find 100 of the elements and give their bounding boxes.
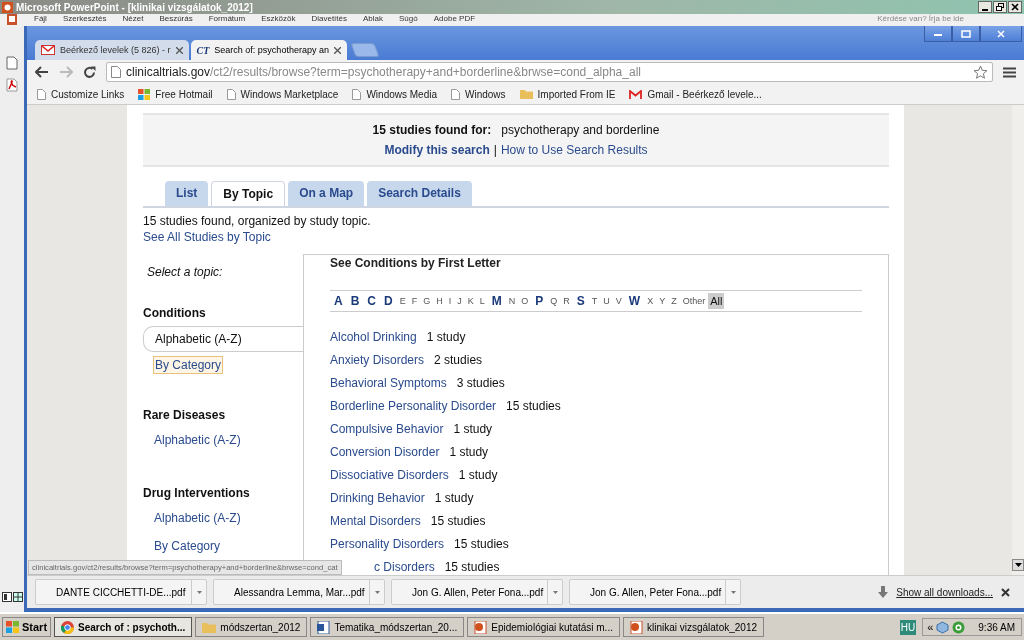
circle-icon[interactable] xyxy=(952,620,966,634)
menu-item[interactable]: Diavetítés xyxy=(311,14,347,24)
condition-link[interactable]: Anxiety Disorders xyxy=(330,353,425,368)
letter-link[interactable]: K xyxy=(464,296,477,306)
letter-link[interactable]: Z xyxy=(668,296,680,306)
condition-link[interactable]: Drinking Behavior xyxy=(330,491,425,506)
condition-link[interactable]: Borderline Personality Disorder xyxy=(330,399,497,414)
view-tab[interactable]: By Topic xyxy=(211,181,286,206)
condition-link[interactable]: Conversion Disorder xyxy=(330,445,440,460)
slide-sorter-icon[interactable] xyxy=(12,592,23,602)
start-button[interactable]: Start xyxy=(2,617,52,637)
browser-tab[interactable]: CT Search of: psychotherapy an xyxy=(190,40,347,60)
expand-tray-button[interactable]: « xyxy=(927,621,934,633)
close-button[interactable] xyxy=(1008,1,1022,13)
letter-link[interactable]: P xyxy=(531,294,548,308)
address-bar[interactable]: clinicaltrials.gov/ct2/results/browse?term=psychotherapy+and+borderline&brwse=cond_alpha_all xyxy=(106,62,993,82)
letter-link[interactable]: W xyxy=(624,294,645,308)
menu-item[interactable]: Ablak xyxy=(363,14,383,24)
language-indicator[interactable]: HU xyxy=(899,619,917,635)
bookmark[interactable]: Customize Links xyxy=(37,88,125,100)
letter-link[interactable]: D xyxy=(380,294,397,308)
menu-item[interactable]: Szerkesztés xyxy=(62,14,107,24)
letter-link[interactable]: H xyxy=(433,296,446,306)
bookmark[interactable]: Windows xyxy=(451,88,506,100)
bookmark[interactable]: Free Hotmail xyxy=(138,88,213,100)
letter-link[interactable]: A xyxy=(330,294,347,308)
see-all-link[interactable]: See All Studies by Topic xyxy=(143,230,889,244)
menu-item[interactable]: Formátum xyxy=(208,14,246,24)
condition-link[interactable]: Alcohol Drinking xyxy=(330,330,417,345)
menu-item[interactable]: Fájl xyxy=(34,14,47,24)
view-tab[interactable]: List xyxy=(165,181,209,206)
download-item[interactable]: DANTE CICCHETTI-DE...pdf xyxy=(35,579,207,605)
download-item[interactable]: Alessandra Lemma, Mar...pdf xyxy=(213,579,385,605)
download-item[interactable]: Jon G. Allen, Peter Fona...pdf xyxy=(569,579,741,605)
help-link[interactable]: How to Use Search Results xyxy=(500,143,648,157)
caret-icon[interactable] xyxy=(374,590,380,594)
letter-link[interactable]: All xyxy=(708,293,725,309)
letter-link[interactable]: L xyxy=(476,296,488,306)
view-tab[interactable]: On a Map xyxy=(288,181,365,206)
condition-link[interactable]: Personality Disorders xyxy=(330,537,445,552)
back-icon[interactable] xyxy=(35,66,49,78)
letter-link[interactable]: G xyxy=(420,296,434,306)
condition-link[interactable]: Behavioral Symptoms xyxy=(330,376,447,391)
caret-icon[interactable] xyxy=(552,590,558,594)
letter-link[interactable]: I xyxy=(445,296,455,306)
topic-link[interactable]: Alphabetic (A-Z) xyxy=(143,326,303,352)
letter-link[interactable]: F xyxy=(408,296,421,306)
minimize-button[interactable] xyxy=(924,26,952,42)
menu-icon[interactable] xyxy=(1003,66,1016,78)
letter-link[interactable]: J xyxy=(454,296,465,306)
taskbar-button[interactable]: Search of : psychoth... xyxy=(54,617,193,637)
browser-tab[interactable]: Beérkező levelek (5 826) - r xyxy=(35,40,189,60)
minimize-button[interactable] xyxy=(978,1,992,13)
condition-link[interactable]: Mental Disorders xyxy=(330,514,421,529)
bookmark[interactable]: Windows Marketplace xyxy=(226,88,339,100)
letter-link[interactable]: S xyxy=(572,294,589,308)
letter-link[interactable]: O xyxy=(518,296,532,306)
letter-link[interactable]: V xyxy=(612,296,625,306)
scroll-down-button[interactable] xyxy=(1012,559,1024,571)
taskbar-button[interactable]: módszertan_2012 xyxy=(195,617,308,637)
close-icon[interactable] xyxy=(1001,587,1010,597)
condition-link[interactable]: c Disorders xyxy=(374,560,435,575)
maximize-button[interactable] xyxy=(952,26,980,42)
letter-link[interactable]: Q xyxy=(547,296,561,306)
restore-button[interactable] xyxy=(993,1,1007,13)
reload-icon[interactable] xyxy=(83,65,96,79)
letter-link[interactable]: Y xyxy=(656,296,669,306)
letter-link[interactable]: M xyxy=(487,294,506,308)
menu-item[interactable]: Súgó xyxy=(399,14,418,24)
letter-link[interactable]: B xyxy=(346,294,364,308)
letter-link[interactable]: U xyxy=(600,296,613,306)
bookmark[interactable]: Windows Media xyxy=(352,88,437,100)
star-icon[interactable] xyxy=(973,65,988,79)
letter-link[interactable]: X xyxy=(644,296,657,306)
taskbar-button[interactable]: klinikai vizsgálatok_2012 xyxy=(622,617,765,637)
letter-link[interactable]: Other xyxy=(679,296,709,306)
menu-item[interactable]: Adobe PDF xyxy=(433,14,476,24)
box-icon[interactable] xyxy=(936,620,950,634)
modify-search-link[interactable]: Modify this search xyxy=(384,143,490,157)
letter-link[interactable]: T xyxy=(588,296,601,306)
topic-link[interactable]: By Category xyxy=(153,356,224,374)
letter-link[interactable]: R xyxy=(560,296,573,306)
scrollbar[interactable] xyxy=(1012,105,1024,575)
download-item[interactable]: Jon G. Allen, Peter Fona...pdf xyxy=(391,579,563,605)
close-icon[interactable] xyxy=(175,46,183,54)
caret-icon[interactable] xyxy=(196,590,202,594)
view-tab[interactable]: Search Details xyxy=(367,181,472,206)
letter-link[interactable]: C xyxy=(363,294,380,308)
condition-link[interactable]: Compulsive Behavior xyxy=(330,422,444,437)
topic-link[interactable]: Alphabetic (A-Z) xyxy=(143,428,252,452)
menu-item[interactable]: Nézet xyxy=(122,14,144,24)
letter-link[interactable]: N xyxy=(505,296,519,306)
condition-link[interactable]: Dissociative Disorders xyxy=(330,468,449,483)
show-all-downloads-link[interactable]: Show all downloads... xyxy=(896,586,993,598)
bookmark[interactable]: Imported From IE xyxy=(519,88,616,100)
letter-link[interactable]: E xyxy=(396,296,409,306)
topic-link[interactable]: By Category xyxy=(143,534,232,558)
menu-item[interactable]: Eszközök xyxy=(261,14,296,24)
topic-link[interactable]: Alphabetic (A-Z) xyxy=(143,506,252,530)
menu-item[interactable]: Beszúrás xyxy=(159,14,193,24)
